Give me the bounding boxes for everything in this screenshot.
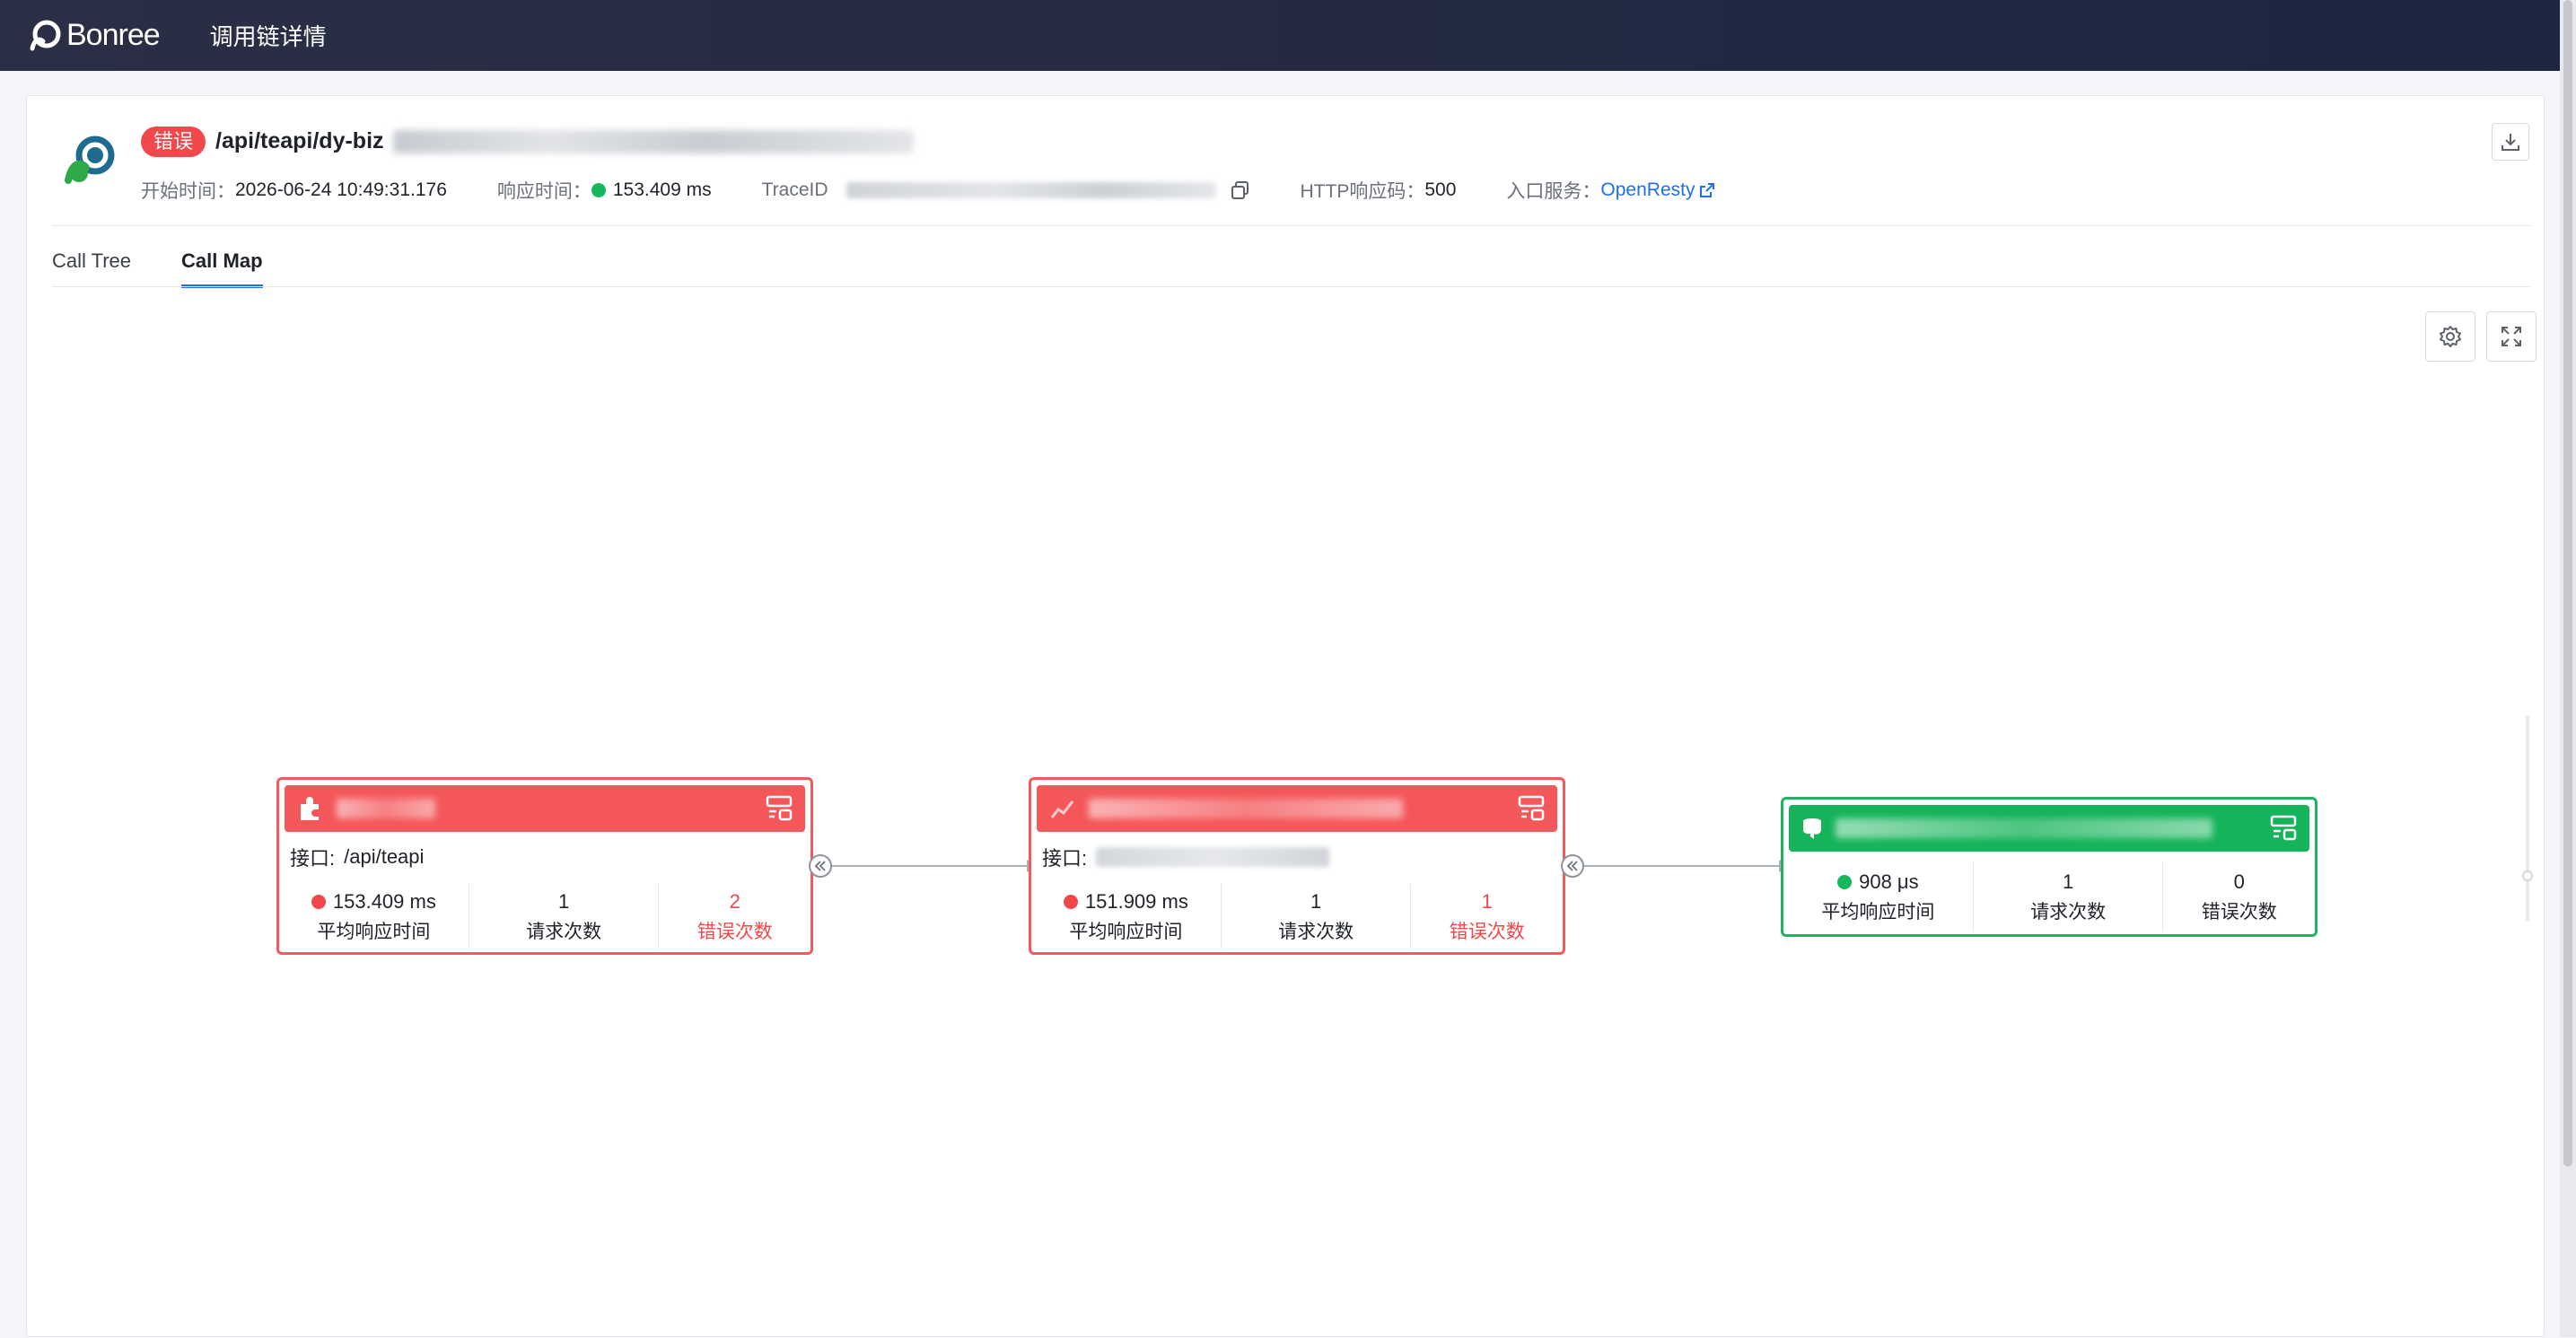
node-stats: 151.909 ms 平均响应时间 1 请求次数 1 错误次数 xyxy=(1031,884,1563,949)
node-name-redacted xyxy=(1089,799,1403,818)
node-stats: 153.409 ms 平均响应时间 1 请求次数 2 错误次数 xyxy=(279,884,810,949)
stat-error-count: 0 错误次数 xyxy=(2201,870,2277,923)
status-dot-icon xyxy=(1063,895,1078,909)
status-dot-icon xyxy=(1837,875,1853,889)
node-header xyxy=(285,785,805,832)
stat-error-count: 1 错误次数 xyxy=(1449,890,1525,942)
stat-avg-response: 908 μs 平均响应时间 xyxy=(1783,862,1974,931)
stat-error-count: 2 错误次数 xyxy=(697,890,773,942)
node-stats: 908 μs 平均响应时间 1 请求次数 0 错误次数 xyxy=(1783,862,2315,931)
trace-detail-panel: 错误 /api/teapi/dy-biz 开始时间： 2026-06-24 10… xyxy=(26,95,2545,1337)
double-chevron-left-icon xyxy=(814,861,826,871)
window-scrollbar[interactable] xyxy=(2560,0,2576,1337)
collapse-node-2-button[interactable] xyxy=(1561,854,1584,878)
stat-avg-response: 153.409 ms 平均响应时间 xyxy=(279,884,469,949)
node-detail-icon[interactable] xyxy=(764,793,794,824)
plugin-icon xyxy=(301,797,319,820)
brand-name: Bonree xyxy=(66,18,161,52)
service-node-application[interactable]: 接口: 151.909 ms 平均响应时间 1 请求次数 1 错误次数 xyxy=(1029,777,1565,955)
brand-logo[interactable]: Bonree xyxy=(27,0,161,71)
window-scrollbar-thumb[interactable] xyxy=(2563,0,2572,1167)
stat-request-count: 1 请求次数 xyxy=(469,884,660,949)
double-chevron-left-icon xyxy=(1566,861,1578,871)
call-map-edges xyxy=(821,860,1792,872)
node-interface: 接口: xyxy=(1042,843,1330,871)
node-detail-icon[interactable] xyxy=(1516,793,1546,824)
node-name-redacted xyxy=(337,799,435,818)
node-name-redacted xyxy=(1836,818,2212,838)
database-icon xyxy=(1803,818,1821,839)
stat-request-count: 1 请求次数 xyxy=(1222,884,1412,949)
stat-avg-response: 151.909 ms 平均响应时间 xyxy=(1031,884,1222,949)
node-header xyxy=(1037,785,1557,832)
status-dot-icon xyxy=(311,895,326,909)
bonree-logo-icon xyxy=(30,20,61,50)
stat-request-count: 1 请求次数 xyxy=(1974,862,2164,931)
node-interface: 接口: /api/teapi xyxy=(290,845,425,870)
page-title: 调用链详情 xyxy=(209,23,327,50)
node-detail-icon[interactable] xyxy=(2268,813,2299,844)
top-bar: Bonree 调用链详情 xyxy=(0,0,2560,71)
node-header xyxy=(1789,805,2309,852)
service-node-openresty[interactable]: 接口: /api/teapi 153.409 ms 平均响应时间 1 请求次数 … xyxy=(276,777,813,955)
interface-redacted xyxy=(1096,847,1330,867)
chart-icon xyxy=(1050,800,1074,818)
service-node-postgresql[interactable]: 908 μs 平均响应时间 1 请求次数 0 错误次数 xyxy=(1781,797,2318,937)
collapse-node-1-button[interactable] xyxy=(809,854,832,878)
